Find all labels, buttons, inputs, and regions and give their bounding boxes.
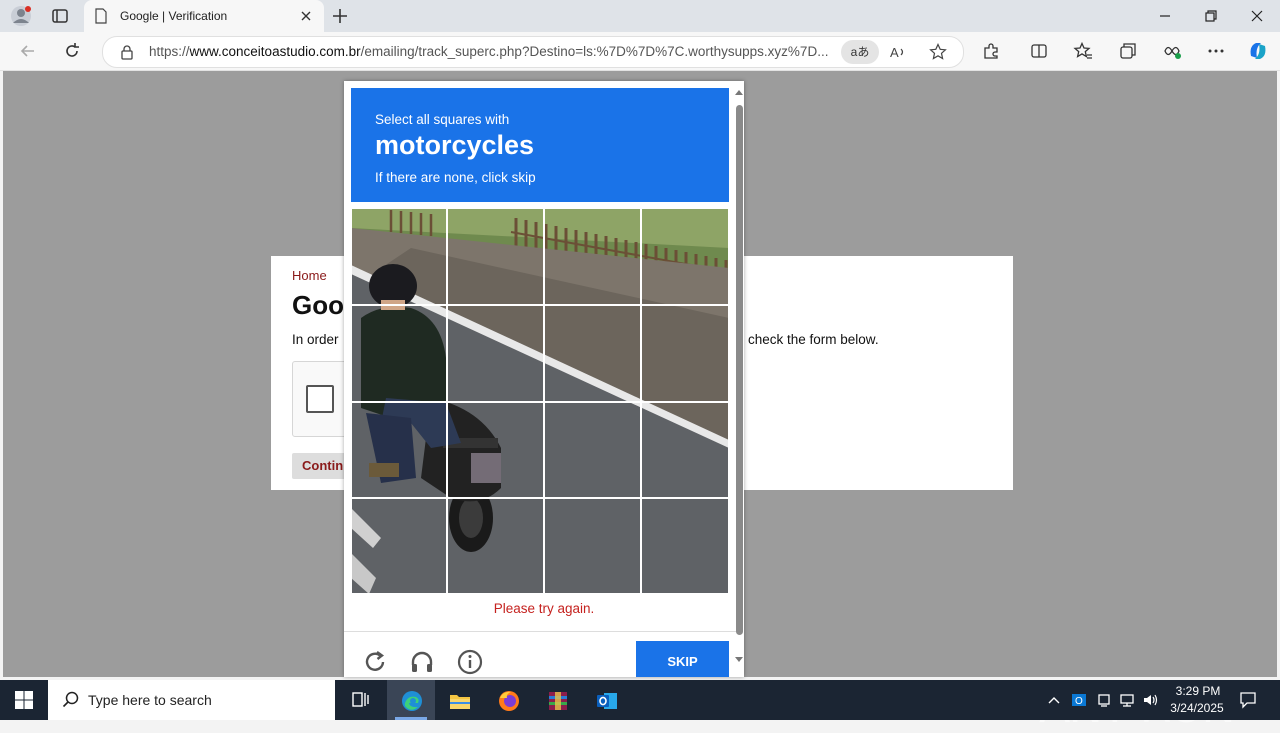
refresh-icon[interactable]	[62, 41, 82, 61]
taskbar-outlook[interactable]	[582, 680, 630, 720]
skip-button[interactable]: SKIP	[636, 641, 729, 677]
show-hidden-icons-icon[interactable]	[1046, 692, 1062, 708]
collections-icon[interactable]	[1118, 41, 1138, 61]
captcha-error-message: Please try again.	[493, 601, 595, 616]
scroll-down-arrow-icon[interactable]	[734, 656, 744, 664]
restore-icon[interactable]	[1201, 6, 1221, 26]
edge-icon	[402, 691, 422, 711]
outlook-tray-icon[interactable]: O	[1071, 692, 1087, 708]
search-icon	[62, 691, 79, 708]
firefox-icon	[499, 691, 519, 711]
active-tab[interactable]: Google | Verification	[84, 0, 324, 32]
captcha-tile[interactable]	[351, 305, 447, 402]
read-aloud-icon[interactable]: A	[889, 43, 907, 61]
file-explorer-icon	[450, 695, 470, 709]
instructions-text-left: In order	[292, 332, 339, 347]
page-heading: Goo	[292, 290, 344, 320]
task-view-button[interactable]	[336, 680, 384, 720]
page-viewport: Home Goo In order check the form below. …	[3, 71, 1277, 733]
svg-text:A: A	[890, 45, 899, 60]
clock-date[interactable]: 3/24/2025	[1164, 701, 1230, 715]
captcha-tile[interactable]	[641, 402, 729, 498]
minimize-icon[interactable]	[1155, 6, 1175, 26]
volume-icon[interactable]	[1142, 692, 1158, 708]
home-link[interactable]: Home	[292, 268, 327, 283]
browser-toolbar: https://www.conceitoastudio.com.br/email…	[0, 32, 1280, 71]
outlook-icon	[597, 693, 617, 709]
captcha-challenge: Select all squares with motorcycles If t…	[344, 81, 744, 677]
taskbar-search-box[interactable]: Type here to search	[48, 680, 335, 720]
scroll-thumb[interactable]	[736, 105, 743, 635]
captcha-instruction: Select all squares with	[375, 112, 510, 127]
captcha-tile[interactable]	[544, 208, 641, 305]
captcha-divider	[344, 631, 736, 632]
tab-actions-icon[interactable]	[50, 6, 70, 26]
captcha-tile[interactable]	[641, 498, 729, 594]
notifications-icon[interactable]	[1239, 691, 1257, 709]
page-icon	[95, 8, 107, 24]
captcha-subinstruction: If there are none, click skip	[375, 170, 536, 185]
close-tab-icon[interactable]	[298, 8, 314, 24]
winrar-icon	[549, 692, 567, 710]
captcha-tile[interactable]	[641, 305, 729, 402]
captcha-tile[interactable]	[447, 498, 544, 594]
windows-start-icon[interactable]	[14, 690, 34, 710]
captcha-tile[interactable]	[447, 402, 544, 498]
search-placeholder: Type here to search	[88, 692, 212, 708]
copilot-icon[interactable]	[1247, 40, 1269, 62]
captcha-tile[interactable]	[447, 208, 544, 305]
task-view-icon	[352, 692, 369, 707]
taskbar-edge[interactable]	[387, 680, 435, 720]
captcha-tile[interactable]	[351, 208, 447, 305]
url-text[interactable]: https://www.conceitoastudio.com.br/email…	[149, 44, 828, 59]
captcha-tile[interactable]	[351, 498, 447, 594]
captcha-tile[interactable]	[544, 402, 641, 498]
captcha-header: Select all squares with motorcycles If t…	[351, 88, 729, 202]
taskbar-firefox[interactable]	[484, 680, 532, 720]
browser-tab-bar: Google | Verification	[0, 0, 1280, 32]
profile-icon[interactable]	[10, 5, 32, 27]
network-icon[interactable]	[1119, 692, 1135, 708]
lock-icon[interactable]	[119, 44, 135, 60]
favorite-star-icon[interactable]	[929, 43, 947, 61]
captcha-tile[interactable]	[447, 305, 544, 402]
address-bar[interactable]: https://www.conceitoastudio.com.br/email…	[102, 36, 964, 68]
svg-text:O: O	[1075, 696, 1083, 707]
scroll-up-arrow-icon[interactable]	[734, 88, 744, 96]
browser-essentials-icon[interactable]	[1162, 41, 1182, 61]
captcha-image-grid	[351, 208, 729, 594]
captcha-tile[interactable]	[351, 402, 447, 498]
reload-icon[interactable]	[362, 649, 388, 675]
favorites-icon[interactable]	[1073, 41, 1093, 61]
clock-time[interactable]: 3:29 PM	[1168, 684, 1228, 698]
windows-taskbar: Type here to search O 3:29 PM 3/24/2025	[0, 680, 1280, 720]
extensions-icon[interactable]	[981, 41, 1001, 61]
taskbar-winrar[interactable]	[533, 680, 581, 720]
more-options-icon[interactable]	[1206, 41, 1226, 61]
recaptcha-checkbox[interactable]	[306, 385, 334, 413]
tab-title: Google | Verification	[120, 9, 228, 23]
audio-challenge-icon[interactable]	[409, 649, 435, 675]
back-icon[interactable]	[18, 41, 38, 61]
captcha-tile[interactable]	[544, 498, 641, 594]
captcha-tile[interactable]	[544, 305, 641, 402]
captcha-tile[interactable]	[641, 208, 729, 305]
instructions-text-right: check the form below.	[748, 332, 879, 347]
taskbar-file-explorer[interactable]	[435, 680, 483, 720]
split-screen-icon[interactable]	[1029, 41, 1049, 61]
captcha-scrollbar[interactable]	[733, 86, 743, 672]
captcha-target-object: motorcycles	[375, 130, 535, 160]
translate-badge[interactable]: aあ	[841, 40, 879, 64]
new-tab-icon[interactable]	[330, 6, 350, 26]
info-icon[interactable]	[457, 649, 483, 675]
close-window-icon[interactable]	[1247, 6, 1267, 26]
tray-device-icon[interactable]	[1096, 692, 1112, 708]
